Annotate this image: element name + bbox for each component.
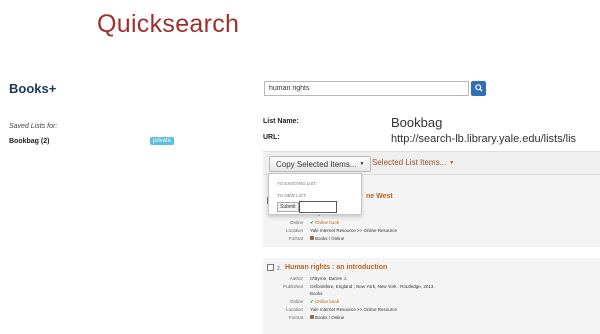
book-icon [310, 236, 314, 240]
item-title[interactable]: Human rights : an introduction [285, 264, 387, 271]
privacy-badge: private [150, 137, 175, 145]
search-button[interactable] [471, 81, 486, 96]
format-value: Books / Online [310, 236, 344, 241]
section-title: Books+ [9, 81, 57, 96]
list-item: 2. Human rights : an introduction Author… [263, 258, 600, 334]
list-name-value: Bookbag [391, 115, 443, 130]
location-label: Location [285, 307, 303, 312]
item-title[interactable]: ne West [366, 193, 393, 200]
item-number: 2. [277, 266, 282, 272]
online-link[interactable]: Online book [315, 299, 339, 304]
online-label: Online [289, 220, 303, 225]
online-label: Online [289, 299, 303, 304]
check-icon: ✔ [310, 220, 314, 225]
list-url-value: http://search-lb.library.yale.edu/lists/… [391, 133, 577, 145]
selected-list-items-label: Selected List Items... [372, 158, 447, 167]
url-label: URL: [263, 134, 280, 141]
location-label: Location [285, 228, 303, 233]
bookbag-link[interactable]: Bookbag (2) [9, 138, 49, 145]
check-icon: ✔ [310, 299, 314, 304]
author-value[interactable]: O'Byrne, Darren J. [310, 276, 347, 281]
copy-selected-dropdown: TO EXISTING LIST: TO NEW LIST: Submit [268, 173, 362, 215]
format-value: Books / Online [310, 315, 344, 320]
published-label: Published [283, 284, 303, 289]
format-label: Format [288, 315, 303, 320]
format-text: Books / Online [315, 236, 345, 241]
format-text: Books / Online [315, 315, 345, 320]
caret-down-icon: ▼ [359, 161, 365, 167]
published-value: Oxfordshire, England ; New York, New Yor… [310, 284, 435, 289]
copy-selected-label: Copy Selected Items... [276, 159, 357, 169]
location-value: Yale Internet Resource >> Online Resourc… [310, 307, 397, 312]
book-icon [310, 315, 314, 319]
location-value: Yale Internet Resource >> Online Resourc… [310, 228, 397, 233]
caret-down-icon: ▼ [449, 159, 455, 166]
author-label: Author [289, 276, 303, 281]
published-extra-value: Books [310, 291, 323, 296]
copy-selected-button[interactable]: Copy Selected Items... ▼ [269, 156, 372, 172]
submit-button[interactable]: Submit [277, 202, 299, 212]
list-name-label: List Name: [263, 118, 299, 125]
new-list-label: TO NEW LIST: [277, 193, 307, 198]
saved-lists-label: Saved Lists for: [9, 123, 58, 130]
list-toolbar: Copy Selected Items... ▼ Selected List I… [263, 151, 600, 175]
search-input[interactable] [264, 81, 469, 96]
existing-list-label[interactable]: TO EXISTING LIST: [277, 181, 317, 186]
new-list-name-input[interactable] [299, 201, 337, 213]
format-label: Format [288, 236, 303, 241]
selected-list-items-button[interactable]: Selected List Items... ▼ [372, 158, 454, 167]
online-link[interactable]: Online book [315, 220, 339, 225]
item-checkbox[interactable] [267, 264, 274, 271]
site-title[interactable]: Quicksearch [97, 10, 239, 39]
search-icon [474, 83, 483, 94]
online-value[interactable]: ✔ Online book [310, 299, 339, 305]
online-value[interactable]: ✔ Online book [310, 220, 339, 226]
